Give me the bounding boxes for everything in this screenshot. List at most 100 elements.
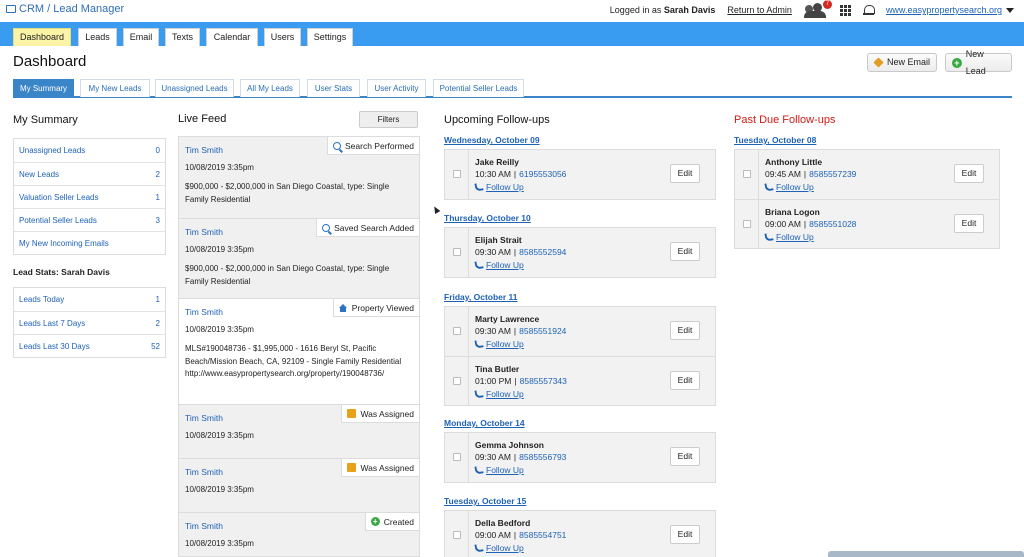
phone-icon: [474, 465, 484, 475]
subtab-my-new-leads[interactable]: My New Leads: [80, 79, 150, 97]
followup-time: 10:30 AM | 6195553056: [475, 169, 567, 179]
edit-button[interactable]: Edit: [954, 164, 984, 183]
edit-button[interactable]: Edit: [670, 321, 700, 340]
time-text: 09:30 AM: [475, 247, 511, 257]
follow-up-link[interactable]: Follow Up: [474, 339, 524, 349]
follow-up-link[interactable]: Follow Up: [764, 182, 814, 192]
new-lead-button[interactable]: + New Lead: [945, 49, 1012, 76]
subtab-all-my-leads[interactable]: All My Leads: [240, 79, 300, 97]
filters-button[interactable]: Filters: [359, 111, 418, 128]
followup-checkbox[interactable]: [453, 453, 461, 461]
tab-settings[interactable]: Settings: [307, 28, 353, 46]
edit-button[interactable]: Edit: [670, 242, 700, 261]
summary-item-potential[interactable]: Potential Seller Leads 3: [14, 208, 165, 231]
follow-up-link[interactable]: Follow Up: [474, 260, 524, 270]
new-lead-label: New Lead: [965, 48, 986, 76]
summary-label: Potential Seller Leads: [19, 215, 97, 225]
edit-button[interactable]: Edit: [670, 371, 700, 390]
feed-item: Search Performed Tim Smith 10/08/2019 3:…: [179, 137, 419, 218]
day-link[interactable]: Wednesday, October 09: [444, 135, 540, 145]
stat-leads-7-days[interactable]: Leads Last 7 Days 2: [14, 311, 165, 334]
day-link[interactable]: Monday, October 14: [444, 418, 525, 428]
users-notification-icon[interactable]: 7: [803, 0, 832, 18]
followup-checkbox[interactable]: [453, 248, 461, 256]
followup-time: 09:30 AM | 8585551924: [475, 326, 567, 336]
phone-link[interactable]: 6195553056: [519, 169, 566, 179]
feed-tag: Property Viewed: [332, 299, 419, 317]
mouse-cursor-icon: [431, 204, 441, 215]
follow-up-link[interactable]: Follow Up: [474, 543, 524, 553]
followup-name: Gemma Johnson: [475, 440, 544, 450]
phone-link[interactable]: 8585551028: [809, 219, 856, 229]
edit-button[interactable]: Edit: [954, 214, 984, 233]
subtab-user-stats[interactable]: User Stats: [307, 79, 360, 97]
day-link[interactable]: Tuesday, October 08: [734, 135, 816, 145]
bell-icon[interactable]: [862, 4, 875, 16]
chevron-down-icon: [1006, 7, 1014, 13]
subtab-user-activity[interactable]: User Activity: [367, 79, 426, 97]
stat-label: Leads Last 7 Days: [19, 318, 86, 328]
summary-item-incoming-emails[interactable]: My New Incoming Emails: [14, 231, 165, 254]
feed-tag: Saved Search Added: [316, 219, 419, 237]
time-text: 09:00 AM: [475, 530, 511, 540]
tab-leads[interactable]: Leads: [78, 28, 117, 46]
phone-link[interactable]: 8585552594: [519, 247, 566, 257]
return-to-admin-link[interactable]: Return to Admin: [727, 5, 792, 15]
feed-tag-label: Was Assigned: [360, 462, 414, 473]
follow-up-link[interactable]: Follow Up: [474, 389, 524, 399]
stat-leads-today[interactable]: Leads Today 1: [14, 288, 165, 311]
subtab-unassigned-leads[interactable]: Unassigned Leads: [155, 79, 234, 97]
summary-item-unassigned[interactable]: Unassigned Leads 0: [14, 139, 165, 162]
followup-checkbox[interactable]: [453, 377, 461, 385]
stat-leads-30-days[interactable]: Leads Last 30 Days 52: [14, 334, 165, 357]
followup-checkbox[interactable]: [743, 170, 751, 178]
brand[interactable]: CRM / Lead Manager: [6, 3, 124, 15]
followup-checkbox[interactable]: [453, 170, 461, 178]
phone-link[interactable]: 8585557239: [809, 169, 856, 179]
search-icon: [322, 223, 331, 232]
phone-icon: [474, 543, 484, 553]
phone-icon: [474, 389, 484, 399]
phone-icon: [474, 260, 484, 270]
follow-up-link[interactable]: Follow Up: [474, 465, 524, 475]
summary-item-new-leads[interactable]: New Leads 2: [14, 162, 165, 185]
phone-link[interactable]: 8585551924: [519, 326, 566, 336]
summary-item-valuation[interactable]: Valuation Seller Leads 1: [14, 185, 165, 208]
followup-item: Marty Lawrence 09:30 AM | 8585551924 Follo…: [445, 307, 715, 356]
day-link[interactable]: Friday, October 11: [444, 292, 518, 302]
edit-button[interactable]: Edit: [670, 164, 700, 183]
tab-users[interactable]: Users: [264, 28, 301, 46]
day-link[interactable]: Thursday, October 10: [444, 213, 531, 223]
subtab-my-summary[interactable]: My Summary: [13, 79, 74, 97]
feed-tag-label: Property Viewed: [351, 302, 414, 313]
phone-link[interactable]: 8585554751: [519, 530, 566, 540]
summary-label: My New Incoming Emails: [19, 238, 109, 248]
apps-grid-icon[interactable]: [839, 4, 851, 16]
day-link[interactable]: Tuesday, October 15: [444, 496, 526, 506]
followup-checkbox[interactable]: [743, 220, 751, 228]
tab-email[interactable]: Email: [123, 28, 159, 46]
horizontal-scrollbar[interactable]: [828, 551, 1024, 557]
feed-tag: Was Assigned: [341, 459, 419, 477]
follow-up-link[interactable]: Follow Up: [474, 182, 524, 192]
edit-button[interactable]: Edit: [670, 447, 700, 466]
phone-link[interactable]: 8585556793: [519, 452, 566, 462]
follow-up-link[interactable]: Follow Up: [764, 232, 814, 242]
tab-calendar[interactable]: Calendar: [206, 28, 258, 46]
new-email-button[interactable]: New Email: [867, 53, 937, 72]
stat-count: 52: [151, 341, 160, 351]
feed-time: 10/08/2019 3:35pm: [185, 431, 254, 440]
new-email-label: New Email: [887, 57, 931, 67]
feed-item: Was Assigned Tim Smith 10/08/2019 3:35pm: [179, 404, 419, 458]
site-selector[interactable]: www.easypropertysearch.org: [886, 5, 1014, 15]
subtab-potential-seller-leads[interactable]: Potential Seller Leads: [433, 79, 524, 97]
tab-texts[interactable]: Texts: [165, 28, 200, 46]
followup-item: Elijah Strait 09:30 AM | 8585552594 Follow…: [445, 228, 715, 277]
followup-checkbox[interactable]: [453, 531, 461, 539]
summary-label: Valuation Seller Leads: [19, 192, 99, 202]
feed-tag-label: Was Assigned: [360, 408, 414, 419]
tab-dashboard[interactable]: Dashboard: [13, 28, 71, 46]
followup-checkbox[interactable]: [453, 327, 461, 335]
edit-button[interactable]: Edit: [670, 525, 700, 544]
phone-link[interactable]: 8585557343: [520, 376, 567, 386]
